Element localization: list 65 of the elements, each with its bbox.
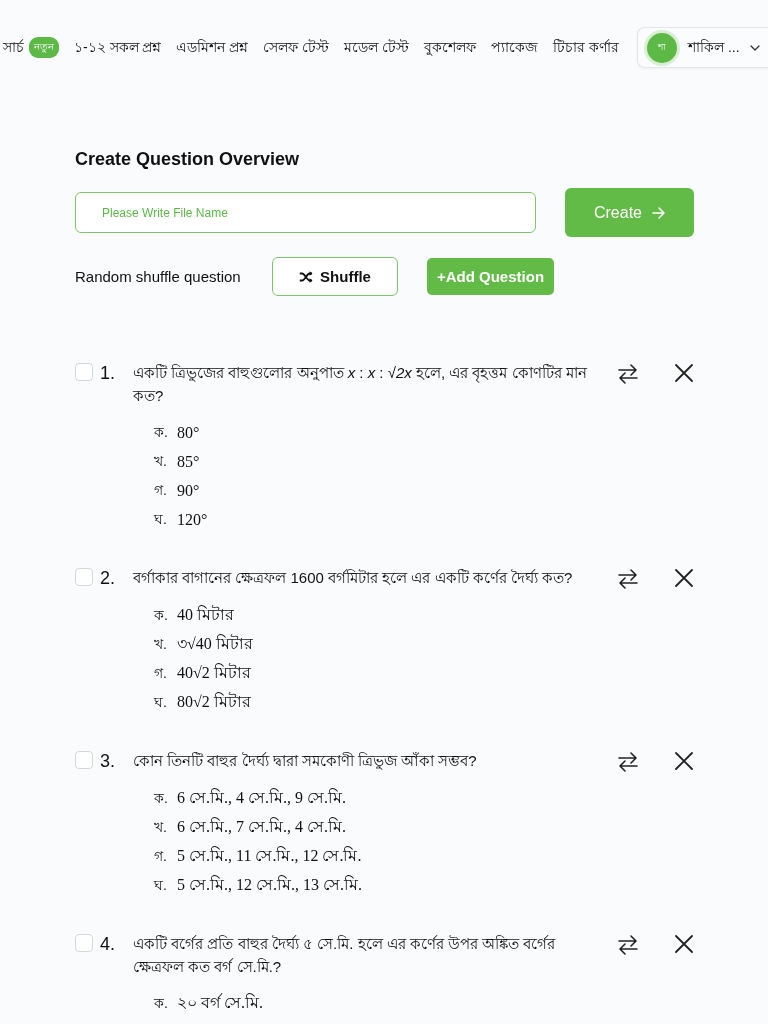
option-label: ক. — [154, 605, 169, 625]
shuffle-button[interactable]: Shuffle — [272, 257, 398, 296]
swap-icon[interactable] — [617, 752, 639, 772]
new-badge: নতুন — [29, 37, 59, 58]
user-name: শাকিল ... — [688, 37, 741, 57]
option-text: 80√2 মিটার — [177, 691, 251, 712]
question-checkbox[interactable] — [75, 751, 93, 769]
swap-icon[interactable] — [617, 569, 639, 589]
close-icon[interactable] — [674, 568, 694, 588]
chevron-down-icon — [750, 44, 760, 51]
option-label: ক. — [154, 993, 169, 1013]
question-checkbox[interactable] — [75, 934, 93, 952]
option-label: গ. — [154, 846, 168, 866]
question-number: 1. — [100, 362, 116, 385]
nav-link[interactable]: সার্চ — [3, 35, 24, 60]
nav-link[interactable]: সেলফ টেস্ট — [263, 35, 330, 60]
option-text: 85° — [177, 452, 200, 471]
option-label: ক. — [154, 422, 169, 442]
option-label: ক. — [154, 788, 169, 808]
nav-link[interactable]: প্যাকেজ — [491, 35, 539, 60]
option-text: 40√2 মিটার — [177, 662, 251, 683]
nav-link[interactable]: বুকশেলফ — [424, 35, 477, 60]
question-checkbox[interactable] — [75, 363, 93, 381]
nav-link[interactable]: এডমিশন প্রশ্ন — [176, 35, 249, 60]
option-text: 6 সে.মি., 4 সে.মি., 9 সে.মি. — [177, 787, 346, 808]
question-number: 4. — [100, 933, 116, 956]
nav-link[interactable]: ১-১২ সকল প্রশ্ন — [74, 35, 162, 60]
nav-link[interactable]: টিচার কর্ণার — [553, 35, 619, 60]
option-label: খ. — [154, 634, 168, 654]
option-text: 80° — [177, 423, 200, 442]
option-text: 5 সে.মি., 11 সে.মি., 12 সে.মি. — [177, 845, 362, 866]
option-text: 5 সে.মি., 12 সে.মি., 13 সে.মি. — [177, 874, 362, 895]
nav-link[interactable]: মডেল টেস্ট — [344, 35, 410, 60]
option-label: ঘ. — [154, 509, 168, 529]
option-label: খ. — [154, 817, 168, 837]
user-menu[interactable]: শা শাকিল ... — [637, 27, 768, 68]
option-text: 90° — [177, 481, 200, 500]
option-label: গ. — [154, 480, 168, 500]
option-text: 120° — [177, 510, 208, 529]
question-checkbox[interactable] — [75, 568, 93, 586]
option-label: গ. — [154, 663, 168, 683]
close-icon[interactable] — [674, 363, 694, 383]
question-text: একটি ত্রিভুজের বাহুগুলোর অনুপাত x : x : √2x হলে, এর বৃহত্তম কোণটির মান কত? — [133, 363, 588, 406]
option-text: 6 সে.মি., 7 সে.মি., 4 সে.মি. — [177, 816, 346, 837]
arrow-right-icon — [652, 206, 665, 219]
shuffle-label: Random shuffle question — [75, 268, 242, 285]
question-number: 3. — [100, 750, 116, 773]
close-icon[interactable] — [674, 934, 694, 954]
option-label: ঘ. — [154, 875, 168, 895]
swap-icon[interactable] — [617, 364, 639, 384]
option-text: ৩√40 মিটার — [177, 633, 253, 654]
question-text: একটি বর্গের প্রতি বাহুর দৈর্ঘ্য ৫ সে.মি. হলে এর কর্ণের উপর অঙ্কিত বর্গের ক্ষেত্রফল কত বর্গ সে.মি.? — [133, 934, 557, 977]
question-text: কোন তিনটি বাহুর দৈর্ঘ্য দ্বারা সমকোণী ত্রিভুজ আঁকা সম্ভব? — [133, 751, 478, 772]
shuffle-icon — [299, 270, 314, 283]
swap-icon[interactable] — [617, 935, 639, 955]
page-title: Create Question Overview — [75, 148, 301, 170]
option-label: খ. — [154, 451, 168, 471]
file-name-input[interactable]: Please Write File Name — [75, 192, 536, 233]
question-number: 2. — [100, 567, 116, 590]
close-icon[interactable] — [674, 751, 694, 771]
option-text: 40 মিটার — [177, 604, 234, 625]
option-label: ঘ. — [154, 692, 168, 712]
avatar: শা — [644, 29, 680, 66]
option-text: ২০ বর্গ সে.মি. — [177, 992, 263, 1013]
question-text: বর্গাকার বাগানের ক্ষেত্রফল 1600 বর্গমিটার হলে এর একটি কর্ণের দৈর্ঘ্য কত? — [133, 568, 574, 588]
